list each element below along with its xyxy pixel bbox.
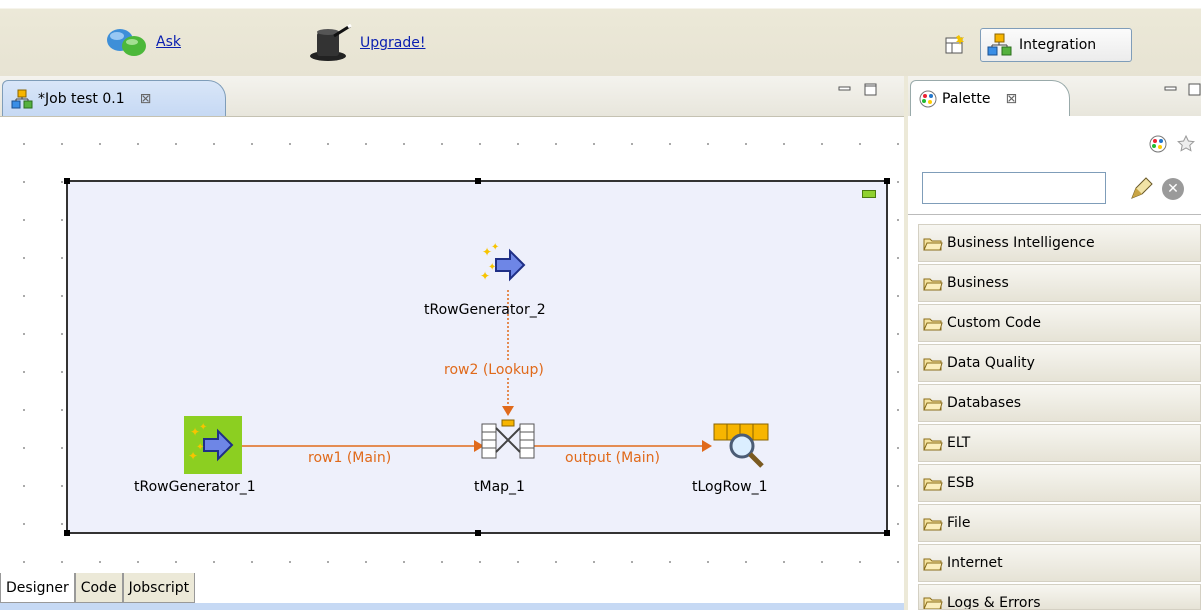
palette-tab-title: Palette: [942, 90, 991, 107]
palette-tab[interactable]: Palette ⊠: [910, 80, 1070, 116]
category-label: ESB: [947, 475, 975, 491]
folder-icon: [923, 478, 943, 490]
upgrade-label[interactable]: Upgrade!: [360, 35, 425, 51]
category-label: Logs & Errors: [947, 595, 1041, 610]
tmap-1-component[interactable]: [480, 418, 536, 472]
editor-bottom-border: [0, 603, 904, 610]
palette-window-controls: [1164, 82, 1201, 96]
upgrade-link[interactable]: Upgrade!: [308, 24, 425, 62]
palette-divider: [908, 214, 1201, 215]
job-editor: *Job test 0.1 ⊠ ✦ ✦ ✦ ✦ tRowGenerator_1 …: [0, 76, 904, 610]
folder-icon: [923, 358, 943, 370]
category-label: Internet: [947, 555, 1003, 571]
trowgenerator-2-component[interactable]: ✦ ✦ ✦ ✦: [476, 236, 534, 294]
tab-designer[interactable]: Designer: [0, 573, 75, 603]
favorites-star-icon[interactable]: [1176, 134, 1196, 154]
svg-text:✦: ✦: [199, 422, 207, 433]
category-label: File: [947, 515, 971, 531]
folder-icon: [923, 238, 943, 250]
svg-text:✦: ✦: [491, 242, 499, 253]
palette-category-databases[interactable]: Databases: [918, 384, 1201, 422]
view-splitter[interactable]: [904, 76, 908, 610]
palette-view: Palette ⊠ ✕ Business Intelligence Busine…: [908, 76, 1201, 610]
close-tab-icon[interactable]: ⊠: [1006, 91, 1018, 107]
palette-category-data-quality[interactable]: Data Quality: [918, 344, 1201, 382]
row-generator-icon: ✦ ✦ ✦ ✦: [480, 242, 526, 283]
palette-toolbar: [1148, 134, 1196, 154]
open-perspective-icon[interactable]: [944, 34, 966, 60]
category-label: Business: [947, 275, 1009, 291]
palette-icon: [919, 90, 937, 107]
folder-icon: [923, 597, 943, 609]
category-label: ELT: [947, 435, 971, 451]
ask-label[interactable]: Ask: [156, 34, 181, 50]
tab-code[interactable]: Code: [74, 573, 123, 603]
trowgenerator-2-label: tRowGenerator_2: [424, 302, 546, 318]
folder-icon: [923, 278, 943, 290]
palette-category-custom-code[interactable]: Custom Code: [918, 304, 1201, 342]
output-connection-label[interactable]: output (Main): [565, 450, 660, 466]
category-label: Data Quality: [947, 355, 1035, 371]
trowgenerator-1-component[interactable]: ✦ ✦ ✦ ✦: [184, 416, 242, 474]
palette-category-elt[interactable]: ELT: [918, 424, 1201, 462]
ask-link[interactable]: Ask: [104, 24, 181, 60]
maximize-icon[interactable]: [1188, 82, 1201, 96]
top-toolbar: Ask Upgrade! Integration: [0, 0, 1201, 76]
palette-category-business-intelligence[interactable]: Business Intelligence: [918, 224, 1201, 262]
tab-jobscript[interactable]: Jobscript: [122, 573, 196, 603]
palette-category-esb[interactable]: ESB: [918, 464, 1201, 502]
chat-bubbles-icon: [107, 29, 146, 56]
tlogrow-1-label: tLogRow_1: [692, 479, 768, 495]
search-pen-icon[interactable]: [1128, 176, 1154, 206]
output-arrowhead: [702, 440, 712, 452]
palette-category-file[interactable]: File: [918, 504, 1201, 542]
palette-category-logs-errors[interactable]: Logs & Errors: [918, 584, 1201, 610]
integration-icon: [987, 33, 1012, 56]
tmap-1-label: tMap_1: [474, 479, 525, 495]
row2-connection-label[interactable]: row2 (Lookup): [444, 362, 544, 378]
editor-bottom-tabs: Designer Code Jobscript: [0, 573, 196, 603]
row2-arrowhead: [502, 406, 514, 416]
integration-perspective-button[interactable]: Integration: [980, 28, 1132, 62]
svg-text:✦: ✦: [488, 262, 496, 273]
magic-hat-icon: [310, 24, 352, 61]
category-label: Databases: [947, 395, 1022, 411]
row-generator-icon: ✦ ✦ ✦ ✦: [188, 422, 234, 463]
clear-search-icon[interactable]: ✕: [1162, 178, 1184, 200]
trowgenerator-1-label: tRowGenerator_1: [134, 479, 256, 495]
folder-icon: [923, 318, 943, 330]
folder-icon: [923, 558, 943, 570]
log-row-icon: [713, 423, 769, 468]
folder-icon: [923, 438, 943, 450]
tlogrow-1-component[interactable]: [712, 416, 772, 474]
minimize-icon[interactable]: [1164, 82, 1178, 96]
svg-text:✦: ✦: [196, 442, 204, 453]
palette-search-input[interactable]: [922, 172, 1106, 204]
palette-settings-icon[interactable]: [1148, 134, 1168, 154]
tmap-icon: [481, 419, 535, 459]
folder-icon: [923, 518, 943, 530]
category-label: Business Intelligence: [947, 235, 1095, 251]
integration-label: Integration: [1019, 37, 1097, 53]
palette-tab-bar: Palette ⊠: [908, 76, 1201, 116]
palette-category-internet[interactable]: Internet: [918, 544, 1201, 582]
palette-category-business[interactable]: Business: [918, 264, 1201, 302]
connections-layer: [242, 290, 712, 452]
category-label: Custom Code: [947, 315, 1041, 331]
folder-icon: [923, 398, 943, 410]
row1-connection-label[interactable]: row1 (Main): [308, 450, 391, 466]
